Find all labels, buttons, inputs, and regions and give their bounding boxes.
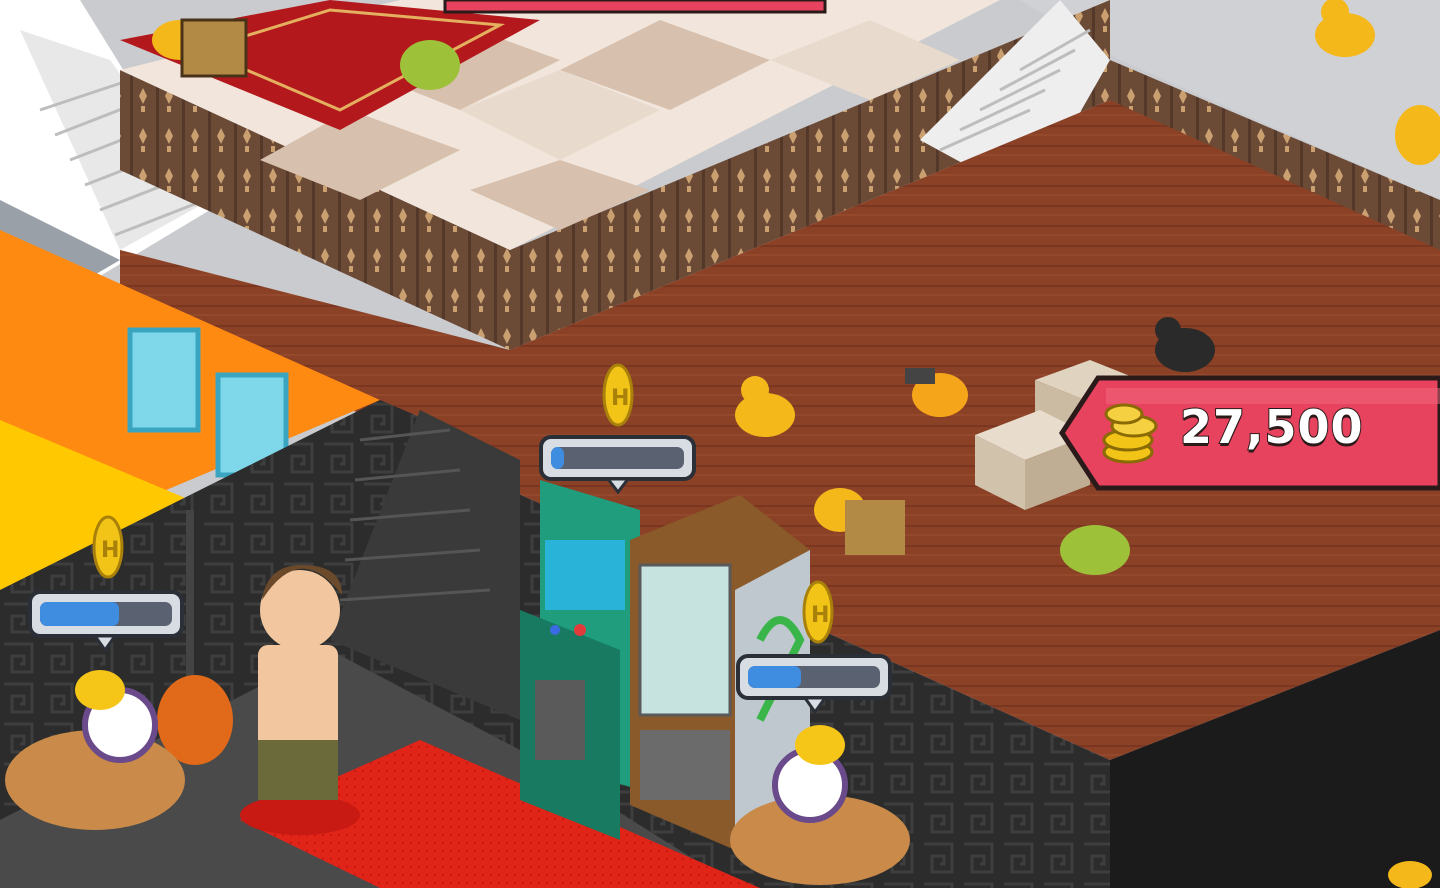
gold-coins-icon <box>1102 403 1158 464</box>
price-value: 27,500 <box>1179 399 1364 455</box>
briefcase-icon[interactable] <box>180 18 248 78</box>
green-dragon-duck-icon[interactable] <box>1060 525 1130 575</box>
coin-icon[interactable]: H <box>602 363 634 427</box>
progress-fill-arcade <box>551 447 564 469</box>
green-dragon-duck-top-icon[interactable] <box>400 40 460 90</box>
duck-bottom-right-icon[interactable] <box>1388 861 1432 888</box>
coin-icon[interactable]: H <box>92 515 124 579</box>
progress-fill-left <box>40 602 119 626</box>
svg-text:H: H <box>101 538 119 563</box>
game-scene[interactable]: H H H 27,500 <box>0 0 1440 888</box>
top-banner-fragment <box>443 0 827 14</box>
coin-icon[interactable]: H <box>802 580 834 644</box>
progress-fill-vending <box>748 666 801 688</box>
svg-text:H: H <box>811 603 829 628</box>
svg-text:H: H <box>611 386 629 411</box>
